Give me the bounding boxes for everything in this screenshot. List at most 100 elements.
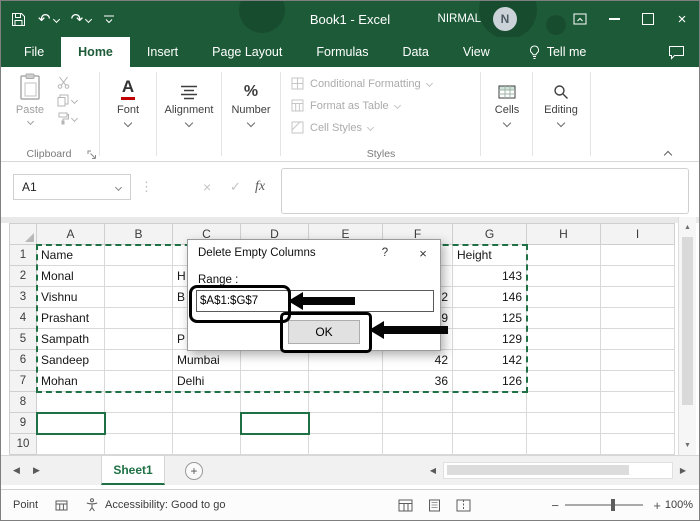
tab-page-layout[interactable]: Page Layout [195,37,299,67]
normal-view-icon[interactable] [398,499,413,512]
tab-data[interactable]: Data [385,37,445,67]
cell-C7[interactable]: Delhi [173,371,241,392]
accessibility-status[interactable]: Accessibility: Good to go [85,490,225,520]
cell-G4[interactable]: 125 [453,308,527,329]
row-header-4[interactable]: 4 [9,308,37,329]
zoom-in-button[interactable]: + [653,490,661,520]
scroll-up-icon[interactable]: ▲ [679,219,696,235]
row-header-3[interactable]: 3 [9,287,37,308]
cell-I7[interactable] [601,371,675,392]
cell-H4[interactable] [527,308,601,329]
dialog-help-button[interactable]: ? [370,240,400,266]
add-sheet-button[interactable]: + [185,462,203,480]
copy-button[interactable] [57,94,79,107]
cell-B5[interactable] [105,329,173,350]
cell-H8[interactable] [527,392,601,413]
zoom-slider[interactable] [565,490,643,520]
cell-H6[interactable] [527,350,601,371]
maximize-button[interactable] [631,1,665,37]
cell-E6[interactable] [309,350,383,371]
cell-I1[interactable] [601,245,675,266]
cell-G9[interactable] [453,413,527,434]
cell-C8[interactable] [173,392,241,413]
cell-B10[interactable] [105,434,173,455]
cells-group-button[interactable]: Cells [482,74,532,128]
cell-D7[interactable] [241,371,309,392]
cell-B6[interactable] [105,350,173,371]
cell-D10[interactable] [241,434,309,455]
zoom-out-button[interactable]: − [551,490,559,520]
format-painter-button[interactable] [57,112,79,125]
page-break-preview-icon[interactable] [456,499,471,512]
cell-A6[interactable]: Sandeep [37,350,105,371]
paste-button[interactable]: Paste [9,73,51,126]
cell-A2[interactable]: Monal [37,266,105,287]
cell-F8[interactable] [383,392,453,413]
horizontal-scrollbar[interactable]: ◀ ▶ [425,461,691,480]
cell-I4[interactable] [601,308,675,329]
scroll-down-icon[interactable]: ▼ [679,437,696,453]
cell-E9[interactable] [309,413,383,434]
row-header-7[interactable]: 7 [9,371,37,392]
cell-B3[interactable] [105,287,173,308]
dialog-close-button[interactable]: × [406,240,440,266]
column-header-A[interactable]: A [37,223,105,245]
previous-sheet-button[interactable]: ◀ [13,456,20,485]
row-header-10[interactable]: 10 [9,434,37,455]
cell-I10[interactable] [601,434,675,455]
format-as-table-button[interactable]: Format as Table [291,99,401,112]
customize-quick-access-button[interactable] [103,14,115,25]
tab-file[interactable]: File [7,37,61,67]
cell-G2[interactable]: 143 [453,266,527,287]
collapse-ribbon-button[interactable] [663,145,673,163]
cell-A5[interactable]: Sampath [37,329,105,350]
row-header-5[interactable]: 5 [9,329,37,350]
column-header-G[interactable]: G [453,223,527,245]
macro-record-button[interactable] [55,490,68,520]
cell-B9[interactable] [105,413,173,434]
scroll-right-icon[interactable]: ▶ [675,466,691,475]
zoom-slider-thumb[interactable] [611,499,615,511]
cell-E7[interactable] [309,371,383,392]
cell-styles-button[interactable]: Cell Styles [291,121,375,134]
comments-button[interactable] [668,37,685,67]
ribbon-display-options-button[interactable] [563,1,597,37]
cell-G1[interactable]: Height [453,245,527,266]
cell-I8[interactable] [601,392,675,413]
minimize-button[interactable] [597,1,631,37]
cell-G8[interactable] [453,392,527,413]
cell-I9[interactable] [601,413,675,434]
select-all-corner[interactable] [9,223,37,245]
close-button[interactable]: × [665,1,699,37]
cut-button[interactable] [57,76,70,89]
cell-A1[interactable]: Name [37,245,105,266]
tab-insert[interactable]: Insert [130,37,195,67]
tab-formulas[interactable]: Formulas [299,37,385,67]
cell-F9[interactable] [383,413,453,434]
cell-H3[interactable] [527,287,601,308]
cell-C6[interactable]: Mumbai [173,350,241,371]
cell-A3[interactable]: Vishnu [37,287,105,308]
cell-I6[interactable] [601,350,675,371]
cell-B1[interactable] [105,245,173,266]
tell-me-box[interactable]: Tell me [523,37,593,67]
alignment-group-button[interactable]: Alignment [158,74,220,128]
cell-D8[interactable] [241,392,309,413]
editing-group-button[interactable]: Editing [534,74,588,128]
undo-button[interactable]: ↶ [38,12,60,27]
vertical-scrollbar-thumb[interactable] [682,237,693,405]
cell-A10[interactable] [37,434,105,455]
range-input[interactable] [196,290,434,312]
formula-input[interactable] [281,168,689,214]
cell-B7[interactable] [105,371,173,392]
cell-A8[interactable] [37,392,105,413]
cell-G5[interactable]: 129 [453,329,527,350]
page-layout-view-icon[interactable] [427,499,442,512]
cell-E10[interactable] [309,434,383,455]
cell-B4[interactable] [105,308,173,329]
cell-B2[interactable] [105,266,173,287]
redo-button[interactable]: ↷ [71,12,93,27]
cell-H2[interactable] [527,266,601,287]
cell-F10[interactable] [383,434,453,455]
zoom-level[interactable]: 100% [665,490,693,520]
